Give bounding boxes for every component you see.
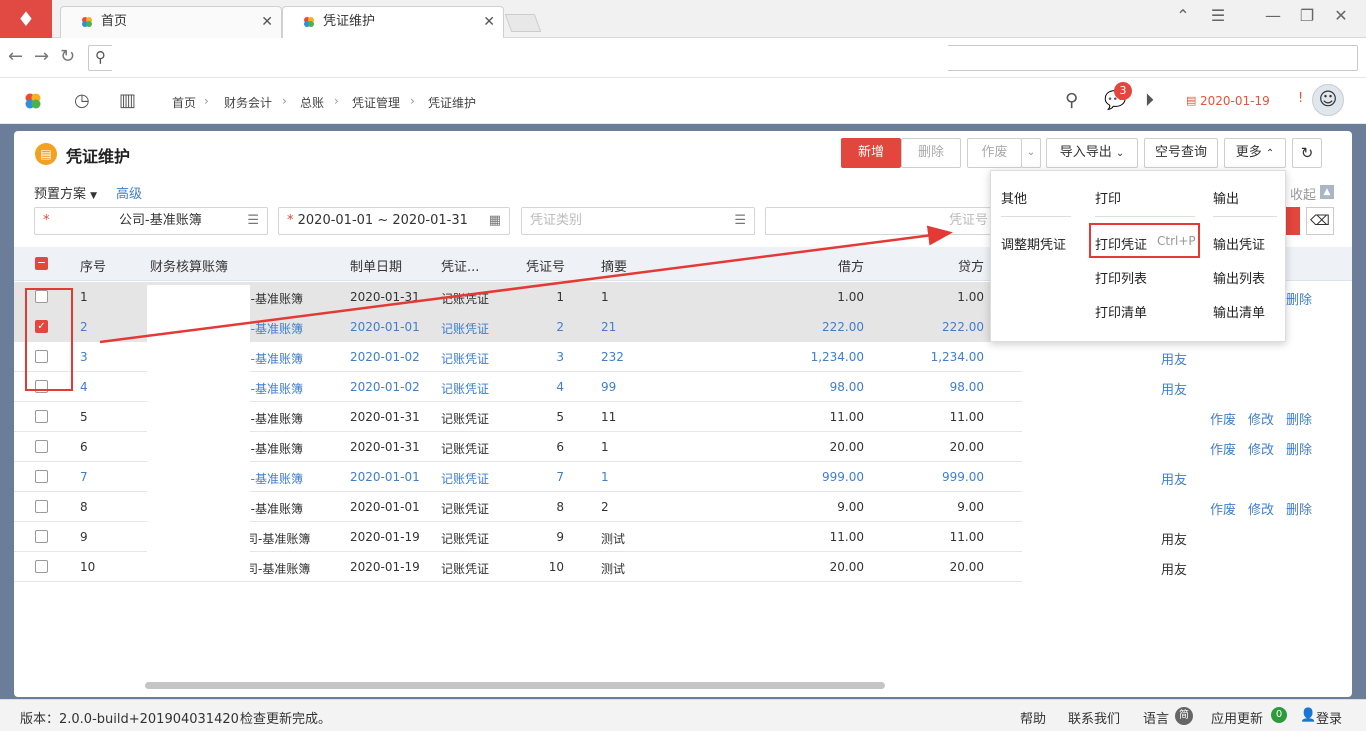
user-icon: 👤 [1300, 708, 1317, 723]
help-link[interactable]: 帮助 [1020, 708, 1046, 727]
version-text: 版本：2.0.0-build+201904031420 [20, 712, 239, 727]
language-link[interactable]: 语言 [1143, 708, 1169, 727]
update-message: 检查更新完成。 [240, 712, 332, 727]
annotation-arrow [99, 225, 953, 344]
update-count-badge: 0 [1271, 707, 1287, 723]
login-link[interactable]: 登录 [1316, 708, 1342, 727]
status-bar: 版本：2.0.0-build+201904031420 检查更新完成。 帮助 联… [0, 699, 1366, 731]
contact-link[interactable]: 联系我们 [1068, 708, 1120, 727]
language-badge: 简 [1175, 707, 1193, 725]
app-update-link[interactable]: 应用更新 [1211, 708, 1263, 727]
